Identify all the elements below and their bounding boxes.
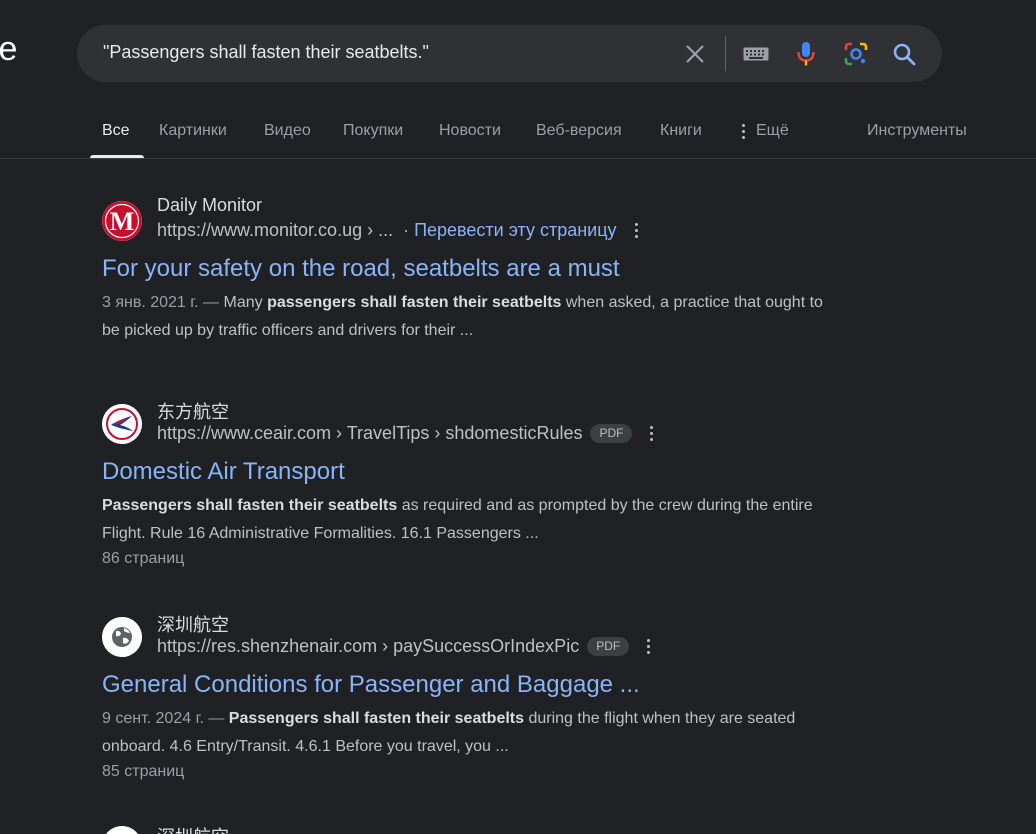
site-url[interactable]: https://www.monitor.co.ug › ...	[157, 220, 393, 241]
search-bar[interactable]: "Passengers shall fasten their seatbelts…	[77, 25, 942, 82]
daily-monitor-logo-icon: M	[102, 201, 142, 241]
tab-web[interactable]: Веб-версия	[536, 122, 622, 140]
site-url[interactable]: https://www.ceair.com › TravelTips › shd…	[157, 423, 582, 444]
site-url[interactable]: https://res.shenzhenair.com › paySuccess…	[157, 636, 579, 657]
lens-camera-icon[interactable]	[839, 25, 873, 82]
result-snippet: 3 янв. 2021 г. — Many passengers shall f…	[102, 289, 842, 345]
more-options-icon[interactable]	[634, 223, 639, 238]
more-vert-icon	[742, 123, 746, 139]
page-count: 86 страниц	[102, 550, 185, 567]
microphone-icon[interactable]	[789, 25, 823, 82]
active-tab-indicator	[90, 155, 144, 158]
result-title[interactable]: Domestic Air Transport	[102, 458, 345, 486]
snippet-highlight: Passengers shall fasten their seatbelts	[102, 497, 398, 514]
result-title[interactable]: General Conditions for Passenger and Bag…	[102, 671, 640, 699]
search-tabs: Все Картинки Видео Покупки Новости Веб-в…	[0, 108, 1036, 159]
search-results-page: le "Passengers shall fasten their seatbe…	[0, 0, 1036, 834]
tab-videos[interactable]: Видео	[264, 122, 311, 140]
globe-icon	[102, 617, 142, 657]
tab-books[interactable]: Книги	[660, 122, 702, 140]
site-url-row: https://res.shenzhenair.com › paySuccess…	[157, 636, 651, 657]
site-url-row: https://www.ceair.com › TravelTips › shd…	[157, 423, 654, 444]
translate-link[interactable]: · Перевести эту страницу	[403, 220, 616, 241]
page-count: 85 страниц	[102, 763, 185, 780]
tab-all[interactable]: Все	[102, 122, 130, 140]
more-options-icon[interactable]	[647, 639, 651, 654]
tab-more-label: Ещё	[756, 122, 789, 139]
tab-more[interactable]: Ещё	[742, 122, 789, 140]
more-options-icon[interactable]	[650, 426, 654, 441]
site-favicon	[102, 826, 142, 834]
keyboard-icon[interactable]	[739, 25, 773, 82]
site-name: 东方航空	[157, 402, 229, 422]
tools-button[interactable]: Инструменты	[867, 122, 967, 140]
svg-text:M: M	[110, 207, 135, 236]
pdf-badge: PDF	[590, 424, 633, 443]
search-input[interactable]: "Passengers shall fasten their seatbelts…	[103, 42, 429, 63]
tab-images[interactable]: Картинки	[159, 122, 227, 140]
site-name: 深圳航空	[157, 823, 229, 834]
pdf-badge: PDF	[587, 637, 630, 656]
china-eastern-logo-icon	[102, 404, 142, 444]
result-snippet: Passengers shall fasten their seatbelts …	[102, 492, 842, 548]
tab-shopping[interactable]: Покупки	[343, 122, 403, 140]
site-favicon	[102, 404, 142, 444]
snippet-date: 3 янв. 2021 г. —	[102, 294, 224, 311]
snippet-text: Many	[223, 294, 268, 311]
site-favicon	[102, 617, 142, 657]
google-logo[interactable]: le	[0, 30, 17, 69]
tab-news[interactable]: Новости	[439, 122, 501, 140]
snippet-highlight: Passengers shall fasten their seatbelts	[228, 710, 525, 727]
close-icon[interactable]	[679, 25, 711, 82]
site-url-row: https://www.monitor.co.ug › ... · Переве…	[157, 220, 639, 241]
search-icon[interactable]	[887, 25, 921, 82]
site-name: 深圳航空	[157, 615, 229, 635]
search-divider	[725, 36, 726, 71]
result-title[interactable]: For your safety on the road, seatbelts a…	[102, 255, 620, 283]
site-name: Daily Monitor	[157, 195, 263, 215]
result-snippet: 9 сент. 2024 г. — Passengers shall faste…	[102, 705, 842, 761]
snippet-date: 9 сент. 2024 г. —	[102, 710, 229, 727]
snippet-highlight: passengers shall fasten their seatbelts	[267, 294, 562, 311]
site-favicon: M	[102, 201, 142, 241]
